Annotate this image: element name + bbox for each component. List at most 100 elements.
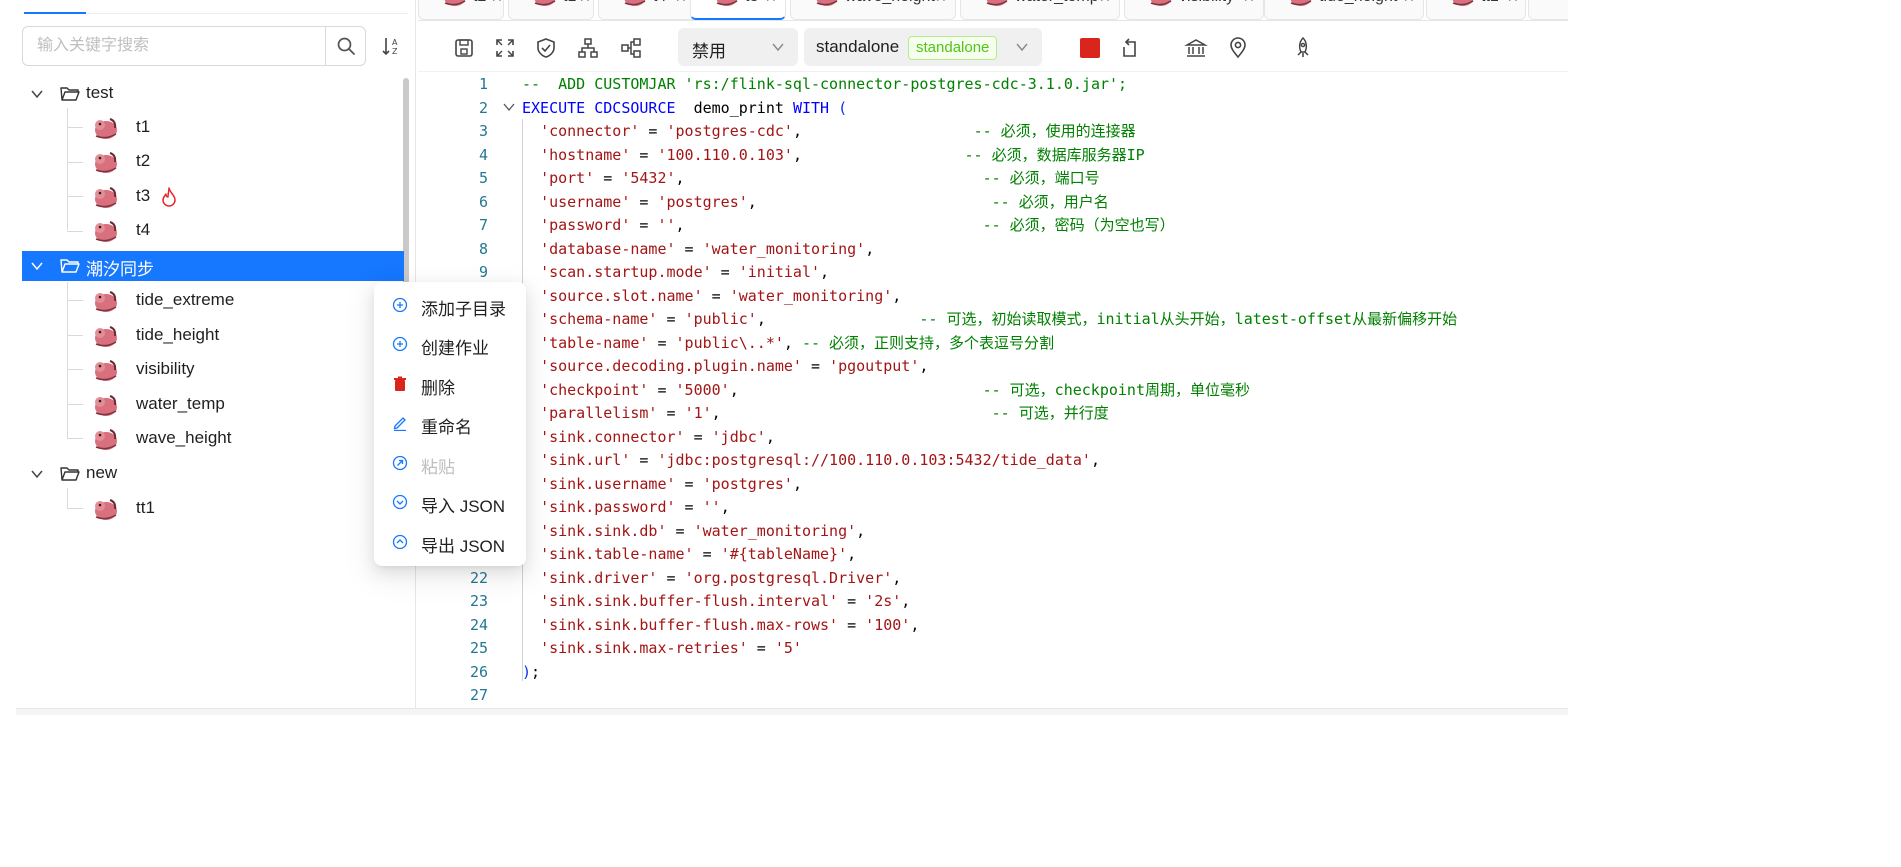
tab-tt1[interactable]: tt1 ✕: [1426, 0, 1526, 20]
tree-item-t1[interactable]: t1: [82, 113, 402, 143]
menu-item-create-job[interactable]: 创建作业: [374, 325, 526, 363]
tree-item-tt1[interactable]: tt1: [82, 494, 402, 524]
tree-guide-line: [67, 488, 68, 508]
menu-item-add-subdirectory[interactable]: 添加子目录: [374, 286, 526, 324]
chevron-down-icon[interactable]: [30, 87, 44, 101]
flink-squirrel-icon: [624, 0, 646, 6]
tab-visibility[interactable]: visibility ✕: [1124, 0, 1264, 20]
flink-squirrel-icon: [95, 395, 117, 416]
menu-item-export-json[interactable]: 导出 JSON: [374, 523, 526, 561]
horizontal-scrollbar[interactable]: [16, 708, 1568, 715]
chevron-down-icon[interactable]: [30, 259, 44, 273]
save-icon[interactable]: [452, 36, 476, 60]
tree-item-wave-height[interactable]: wave_height: [82, 424, 402, 454]
close-icon[interactable]: ✕: [1507, 0, 1519, 6]
tree-folder-tide-sync[interactable]: 潮汐同步: [22, 251, 404, 281]
tree-item-visibility[interactable]: visibility: [82, 355, 402, 385]
menu-item-paste[interactable]: 粘贴: [374, 444, 526, 482]
tree-folder-test[interactable]: test: [22, 79, 404, 109]
tree-folder-label: test: [86, 83, 114, 102]
code-line: 'sink.sink.buffer-flush.interval' = '2s'…: [522, 590, 910, 613]
menu-item-label: 导出 JSON: [421, 537, 506, 556]
tree-item-t2[interactable]: t2: [82, 147, 402, 177]
tab-t3[interactable]: t3 ✕: [690, 0, 786, 20]
bank-icon[interactable]: [1184, 36, 1208, 60]
code-token: EXECUTE CDCSOURCE: [522, 98, 676, 117]
tab-overflow[interactable]: [1528, 0, 1568, 20]
tree-guide-line: [67, 404, 83, 405]
stop-icon[interactable]: [1078, 36, 1102, 60]
check-icon[interactable]: [534, 36, 558, 60]
tree-guide-line: [67, 196, 83, 197]
tab-water-temp[interactable]: water_temp ✕: [960, 0, 1120, 20]
code-token: 'postgres-cdc': [666, 122, 793, 140]
code-token: '': [657, 216, 676, 234]
tree-item-t3[interactable]: t3: [82, 182, 402, 212]
code-editor[interactable]: 1234567891011121314151617181920212223242…: [418, 73, 1568, 708]
rocket-icon[interactable]: [1291, 36, 1315, 60]
code-line: 'sink.sink.buffer-flush.max-rows' = '100…: [522, 614, 919, 637]
tree-item-tide-height[interactable]: tide_height: [82, 321, 402, 351]
cluster-select[interactable]: standalone standalone: [804, 28, 1042, 66]
mode-select-value: 禁用: [692, 42, 726, 61]
tree-item-water-temp[interactable]: water_temp: [82, 390, 402, 420]
close-icon[interactable]: ✕: [1099, 0, 1111, 6]
menu-item-import-json[interactable]: 导入 JSON: [374, 483, 526, 521]
chevron-down-icon[interactable]: [30, 467, 44, 481]
tab-t2[interactable]: t2 ✕: [418, 0, 504, 20]
close-icon[interactable]: ✕: [1403, 0, 1415, 6]
code-token: 'pgoutput': [829, 357, 920, 375]
search-input[interactable]: [23, 27, 327, 65]
menu-item-delete[interactable]: 删除: [374, 365, 526, 403]
search-button[interactable]: [325, 27, 365, 65]
fire-icon: [162, 187, 176, 207]
close-icon[interactable]: ✕: [1243, 0, 1255, 6]
code-line: 'port' = '5432', -- 必须，端口号: [522, 167, 1100, 190]
tree-folder-label: 潮汐同步: [86, 260, 154, 279]
close-icon[interactable]: ✕: [935, 0, 947, 6]
tab-t1[interactable]: t1 ✕: [508, 0, 594, 20]
lineage-icon[interactable]: [619, 36, 643, 60]
rollback-icon[interactable]: [1119, 36, 1143, 60]
code-token: =: [838, 615, 866, 634]
mode-select[interactable]: 禁用: [678, 28, 798, 66]
tab-tide-height[interactable]: tide_height ✕: [1264, 0, 1424, 20]
tree-structure-icon[interactable]: [576, 36, 600, 60]
close-icon[interactable]: ✕: [491, 0, 503, 6]
tab-wave-height[interactable]: wave_height ✕: [790, 0, 956, 20]
menu-item-label: 重命名: [421, 418, 472, 437]
tree-folder-new[interactable]: new: [22, 459, 404, 489]
menu-item-rename[interactable]: 重命名: [374, 404, 526, 442]
fullscreen-icon[interactable]: [493, 36, 517, 60]
code-token: =: [657, 568, 685, 587]
code-token: ,: [756, 310, 920, 328]
chevron-down-icon: [1016, 43, 1028, 52]
code-line: 'database-name' = 'water_monitoring',: [522, 238, 874, 261]
cluster-type-tag: standalone: [908, 36, 998, 60]
tab-label: water_temp: [1015, 0, 1099, 6]
close-icon[interactable]: ✕: [765, 0, 777, 6]
code-token: =: [639, 122, 667, 140]
tab-t4[interactable]: t4 ✕: [598, 0, 698, 20]
catalog-panel: AZ test t1: [16, 0, 416, 708]
close-icon[interactable]: ✕: [579, 0, 591, 6]
code-token: '5432': [621, 169, 676, 187]
menu-item-label: 添加子目录: [421, 300, 506, 319]
edit-icon: [393, 417, 406, 431]
close-icon[interactable]: ✕: [675, 0, 687, 6]
tree-item-tide-extreme[interactable]: tide_extreme: [82, 286, 402, 316]
sort-button[interactable]: AZ: [378, 32, 406, 60]
fold-chevron-icon[interactable]: [502, 96, 516, 119]
tree-item-t4[interactable]: t4: [82, 216, 402, 246]
line-number: 26: [469, 662, 488, 681]
tree-item-label: t3: [136, 186, 151, 205]
location-icon[interactable]: [1226, 36, 1250, 60]
tab-label: t4: [653, 0, 666, 6]
line-number: 27: [469, 686, 488, 704]
code-token: 'username': [540, 192, 631, 211]
code-token: 'source.slot.name': [540, 286, 703, 305]
code-token: 'password': [540, 216, 631, 234]
